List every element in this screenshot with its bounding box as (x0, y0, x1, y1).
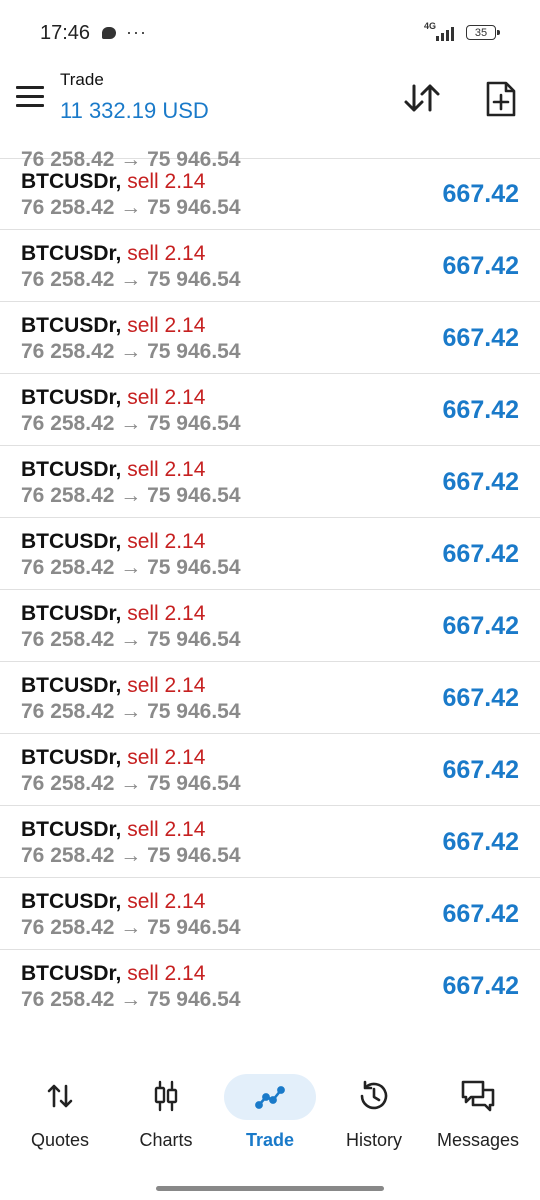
trade-prices: 76 258.42 → 75 946.54 (21, 268, 241, 291)
trade-side: sell 2.14 (127, 674, 206, 697)
open-positions-list[interactable]: 76 258.42 → 75 946.54 BTCUSDr, sell 2.14… (0, 132, 540, 1020)
account-balance: 11 332.19 USD (60, 98, 209, 123)
trade-prices: 76 258.42 → 75 946.54 (21, 484, 241, 507)
quotes-icon (47, 1084, 73, 1108)
page-title: Trade (60, 70, 104, 89)
trade-icon (255, 1086, 285, 1109)
network-type: 4G (424, 21, 437, 31)
trade-symbol: BTCUSDr, (21, 890, 122, 913)
trade-profit: 667.42 (442, 252, 519, 280)
trade-prices: 76 258.42 → 75 946.54 (21, 916, 241, 939)
trade-side: sell 2.14 (127, 242, 206, 265)
trade-symbol: BTCUSDr, (21, 818, 122, 841)
trade-rows: BTCUSDr, sell 2.14 76 258.42 → 75 946.54… (0, 158, 540, 1020)
bottom-navigation: Quotes Charts Trade History Messages (0, 1066, 540, 1166)
home-indicator[interactable] (156, 1186, 384, 1191)
list-item[interactable]: BTCUSDr, sell 2.14 76 258.42 → 75 946.54… (0, 878, 540, 950)
trade-profit: 667.42 (442, 324, 519, 352)
trade-profit: 667.42 (442, 972, 519, 1000)
trade-prices: 76 258.42 → 75 946.54 (21, 772, 241, 795)
menu-icon[interactable] (16, 86, 44, 108)
list-item[interactable]: BTCUSDr, sell 2.14 76 258.42 → 75 946.54… (0, 230, 540, 302)
list-item[interactable]: BTCUSDr, sell 2.14 76 258.42 → 75 946.54… (0, 734, 540, 806)
trade-side: sell 2.14 (127, 602, 206, 625)
trade-symbol: BTCUSDr, (21, 458, 122, 481)
nav-messages[interactable]: Messages (424, 1066, 532, 1166)
charts-icon (154, 1080, 178, 1112)
nav-charts[interactable]: Charts (112, 1066, 220, 1166)
trade-side: sell 2.14 (127, 458, 206, 481)
trade-prices: 76 258.42 → 75 946.54 (21, 196, 241, 219)
status-bar: 17:46 ··· 4G 35 (0, 0, 540, 62)
trade-prices: 76 258.42 → 75 946.54 (21, 628, 241, 651)
sort-icon[interactable] (402, 80, 442, 116)
nav-label: Charts (139, 1130, 193, 1150)
trade-symbol: BTCUSDr, (21, 602, 122, 625)
list-item[interactable]: BTCUSDr, sell 2.14 76 258.42 → 75 946.54… (0, 950, 540, 1020)
trade-prices: 76 258.42 → 75 946.54 (21, 340, 241, 363)
list-item[interactable]: BTCUSDr, sell 2.14 76 258.42 → 75 946.54… (0, 662, 540, 734)
nav-label: Trade (245, 1130, 295, 1150)
list-item[interactable]: BTCUSDr, sell 2.14 76 258.42 → 75 946.54… (0, 446, 540, 518)
nav-trade[interactable]: Trade (216, 1066, 324, 1166)
trade-side: sell 2.14 (127, 530, 206, 553)
list-item[interactable]: BTCUSDr, sell 2.14 76 258.42 → 75 946.54… (0, 590, 540, 662)
trade-symbol: BTCUSDr, (21, 170, 122, 193)
more-notifications-icon: ··· (126, 22, 147, 42)
nav-label: History (345, 1130, 402, 1150)
trade-symbol: BTCUSDr, (21, 962, 122, 985)
list-item[interactable]: BTCUSDr, sell 2.14 76 258.42 → 75 946.54… (0, 518, 540, 590)
trade-side: sell 2.14 (127, 746, 206, 769)
trade-symbol: BTCUSDr, (21, 530, 122, 553)
trade-profit: 667.42 (442, 612, 519, 640)
trade-side: sell 2.14 (127, 890, 206, 913)
trade-symbol: BTCUSDr, (21, 746, 122, 769)
nav-quotes[interactable]: Quotes (6, 1066, 114, 1166)
trade-side: sell 2.14 (127, 818, 206, 841)
trade-prices: 76 258.42 → 75 946.54 (21, 700, 241, 723)
trade-profit: 667.42 (442, 468, 519, 496)
trade-symbol: BTCUSDr, (21, 242, 122, 265)
trade-profit: 667.42 (442, 180, 519, 208)
trade-symbol: BTCUSDr, (21, 386, 122, 409)
nav-label: Messages (436, 1130, 520, 1150)
new-order-icon[interactable] (484, 80, 518, 118)
app-bar: Trade 11 332.19 USD (0, 62, 540, 132)
trade-prices: 76 258.42 → 75 946.54 (21, 556, 241, 579)
trade-prices: 76 258.42 → 75 946.54 (21, 988, 241, 1011)
trade-profit: 667.42 (442, 684, 519, 712)
status-time: 17:46 (40, 22, 91, 44)
trade-side: sell 2.14 (127, 170, 206, 193)
chat-notification-icon (102, 27, 116, 39)
trade-symbol: BTCUSDr, (21, 674, 122, 697)
trade-profit: 667.42 (442, 540, 519, 568)
trade-symbol: BTCUSDr, (21, 314, 122, 337)
list-item[interactable]: BTCUSDr, sell 2.14 76 258.42 → 75 946.54… (0, 158, 540, 230)
trade-profit: 667.42 (442, 396, 519, 424)
messages-icon (461, 1080, 495, 1112)
trade-prices: 76 258.42 → 75 946.54 (21, 412, 241, 435)
signal-icon (436, 25, 454, 41)
trade-side: sell 2.14 (127, 386, 206, 409)
trade-side: sell 2.14 (127, 314, 206, 337)
nav-label: Quotes (30, 1130, 90, 1150)
history-icon (360, 1080, 388, 1110)
trade-prices: 76 258.42 → 75 946.54 (21, 844, 241, 867)
list-item[interactable]: BTCUSDr, sell 2.14 76 258.42 → 75 946.54… (0, 806, 540, 878)
list-item[interactable]: 76 258.42 → 75 946.54 (0, 132, 540, 171)
trade-profit: 667.42 (442, 828, 519, 856)
trade-side: sell 2.14 (127, 962, 206, 985)
trade-profit: 667.42 (442, 756, 519, 784)
list-item[interactable]: BTCUSDr, sell 2.14 76 258.42 → 75 946.54… (0, 374, 540, 446)
battery-icon: 35 (466, 25, 496, 40)
battery-tip (497, 30, 500, 35)
list-item[interactable]: BTCUSDr, sell 2.14 76 258.42 → 75 946.54… (0, 302, 540, 374)
nav-history[interactable]: History (320, 1066, 428, 1166)
trade-profit: 667.42 (442, 900, 519, 928)
